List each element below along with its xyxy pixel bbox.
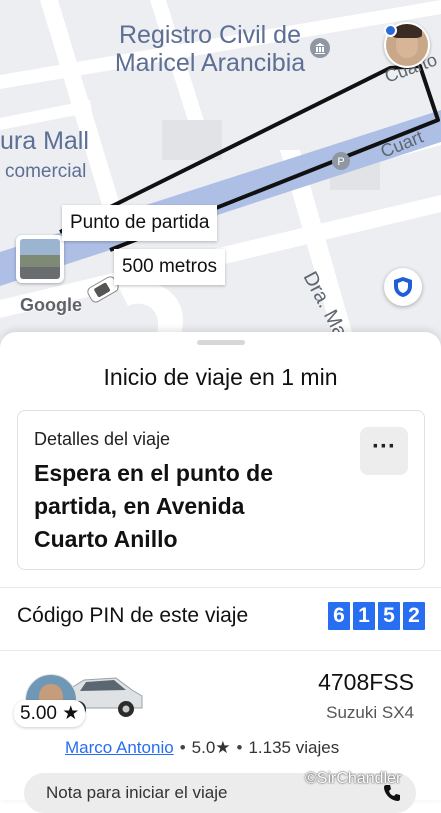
poi-comercial: comercial <box>5 161 87 182</box>
pickup-point-tag[interactable]: Punto de partida <box>62 205 218 241</box>
separator-dot: • <box>179 738 186 757</box>
bank-icon <box>310 38 330 58</box>
pin-digit: 2 <box>403 602 425 630</box>
location-dot <box>384 24 397 37</box>
pin-digit: 1 <box>353 602 375 630</box>
more-options-button[interactable]: ··· <box>360 427 408 475</box>
watermark: ©SirChandler <box>305 770 402 787</box>
separator-dot: • <box>236 738 243 757</box>
driver-summary: Marco Antonio • 5.0★ • 1.135 viajes <box>65 738 339 758</box>
poi-mall: ura Mall <box>0 127 89 155</box>
pickup-photo-thumbnail[interactable] <box>16 235 64 283</box>
divider <box>0 650 441 651</box>
distance-tag: 500 metros <box>114 249 226 285</box>
driver-trips: 1.135 viajes <box>248 738 340 757</box>
trip-status-heading: Inicio de viaje en 1 min <box>103 364 338 390</box>
driver-rating: 5.0★ <box>191 738 231 757</box>
sheet-drag-handle[interactable] <box>197 340 245 345</box>
trip-details-card[interactable]: Detalles del viaje Espera en el punto de… <box>17 410 425 570</box>
poi-registro-civil: Registro Civil de Maricel Arancibia <box>100 21 320 77</box>
driver-rating-badge: 5.00 ★ <box>14 700 86 727</box>
google-logo: Google <box>20 295 82 315</box>
pin-code: 6 1 5 2 <box>328 602 425 630</box>
safety-button[interactable] <box>384 268 422 306</box>
parking-icon: P <box>332 152 350 170</box>
poi-title-line-1: Registro Civil de <box>118 21 301 49</box>
map-view[interactable]: Registro Civil de Maricel Arancibia P ur… <box>0 0 441 360</box>
poi-title-line-2: Maricel Arancibia <box>114 48 306 77</box>
pin-digit: 5 <box>378 602 400 630</box>
pin-label: Código PIN de este viaje <box>17 604 249 627</box>
divider <box>0 587 441 588</box>
trip-bottom-sheet[interactable]: Inicio de viaje en 1 min Detalles del vi… <box>0 332 441 813</box>
pin-digit: 6 <box>328 602 350 630</box>
trip-details-text: Espera en el punto de partida, en Avenid… <box>34 460 273 552</box>
shield-icon <box>394 277 412 297</box>
pickup-note-placeholder: Nota para iniciar el viaje <box>46 783 228 802</box>
license-plate: 4708FSS <box>318 669 414 695</box>
svg-text:P: P <box>337 156 344 168</box>
car-model: Suzuki SX4 <box>326 703 414 722</box>
driver-name-link[interactable]: Marco Antonio <box>65 738 174 757</box>
trip-details-label: Detalles del viaje <box>34 429 171 449</box>
